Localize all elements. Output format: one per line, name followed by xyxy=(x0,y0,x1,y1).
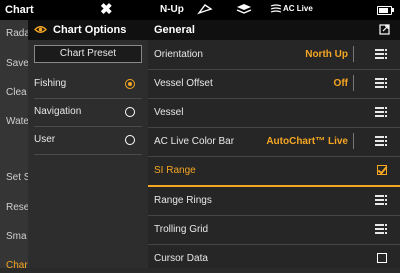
submenu-icon[interactable] xyxy=(375,223,387,235)
setting-row-si-range[interactable]: SI Range xyxy=(148,156,400,187)
export-icon[interactable] xyxy=(379,24,390,38)
divider xyxy=(353,46,354,62)
chart-options-header: Chart Options xyxy=(28,20,148,40)
bg-menu-item[interactable]: Wate xyxy=(6,116,28,127)
setting-row-trolling-grid[interactable]: Trolling Grid xyxy=(148,215,400,245)
setting-row-vessel[interactable]: Vessel xyxy=(148,98,400,128)
background-menu: Rada Save Clea Wate Set S Rese Sma Char xyxy=(0,20,28,271)
divider xyxy=(353,75,354,91)
setting-row-cursor-data[interactable]: Cursor Data xyxy=(148,244,400,273)
battery-icon xyxy=(377,6,392,15)
general-header: General xyxy=(148,20,400,40)
setting-label: SI Range xyxy=(154,165,196,176)
bg-menu-item[interactable]: Char xyxy=(6,260,28,271)
battery-tip xyxy=(392,8,394,12)
preset-item-fishing[interactable]: Fishing xyxy=(28,70,148,98)
setting-row-orientation[interactable]: Orientation North Up xyxy=(148,40,400,70)
submenu-icon[interactable] xyxy=(375,48,387,60)
bg-menu-item[interactable]: Clea xyxy=(6,87,28,98)
waypoint-flag-icon[interactable] xyxy=(197,3,213,18)
close-icon[interactable]: ✖ xyxy=(100,2,113,18)
bg-menu-item[interactable]: Rada xyxy=(6,28,28,39)
bg-menu-item[interactable]: Save xyxy=(6,58,28,69)
radio-icon[interactable] xyxy=(125,107,135,117)
submenu-icon[interactable] xyxy=(375,135,387,147)
north-up-indicator[interactable]: N-Up xyxy=(160,4,184,15)
chart-preset-button[interactable]: Chart Preset xyxy=(34,45,142,63)
preset-label: Navigation xyxy=(34,106,82,117)
setting-value: North Up xyxy=(305,49,348,60)
checkbox-checked-icon[interactable] xyxy=(377,165,387,175)
app-title: Chart xyxy=(5,4,34,16)
setting-label: Orientation xyxy=(154,49,203,60)
setting-row-ac-live-color-bar[interactable]: AC Live Color Bar AutoChart™ Live xyxy=(148,127,400,157)
eye-icon xyxy=(34,24,47,36)
general-list: Orientation North Up Vessel Offset Off V… xyxy=(148,40,400,268)
radio-selected-icon[interactable] xyxy=(125,79,135,89)
top-bar: Chart ✖ N-Up AC Live xyxy=(0,0,400,20)
chart-options-panel: Chart Preset Fishing Navigation User xyxy=(28,40,148,268)
bg-menu-item[interactable]: Set S xyxy=(6,172,28,183)
submenu-icon[interactable] xyxy=(375,194,387,206)
general-title: General xyxy=(154,24,195,36)
setting-label: Range Rings xyxy=(154,195,212,206)
preset-item-navigation[interactable]: Navigation xyxy=(28,98,148,126)
setting-label: Cursor Data xyxy=(154,253,208,264)
preset-label: User xyxy=(34,134,56,145)
setting-value: AutoChart™ Live xyxy=(266,136,348,147)
bg-menu-item[interactable]: Sma xyxy=(6,231,28,242)
setting-row-vessel-offset[interactable]: Vessel Offset Off xyxy=(148,69,400,99)
preset-item-user[interactable]: User xyxy=(28,126,148,154)
ac-live-label: AC Live xyxy=(283,4,313,13)
divider xyxy=(34,154,142,155)
radio-icon[interactable] xyxy=(125,135,135,145)
checkbox-icon[interactable] xyxy=(377,253,387,263)
divider xyxy=(353,133,354,149)
submenu-icon[interactable] xyxy=(375,77,387,89)
setting-label: Vessel xyxy=(154,107,184,118)
preset-label: Fishing xyxy=(34,78,67,89)
setting-label: Vessel Offset xyxy=(154,78,213,89)
ac-live-icon[interactable] xyxy=(270,3,282,18)
layers-icon[interactable] xyxy=(236,3,252,19)
chart-options-title: Chart Options xyxy=(53,24,127,36)
setting-value: Off xyxy=(333,78,348,89)
submenu-icon[interactable] xyxy=(375,106,387,118)
setting-label: AC Live Color Bar xyxy=(154,136,235,147)
setting-row-range-rings[interactable]: Range Rings xyxy=(148,186,400,216)
bg-menu-item[interactable]: Rese xyxy=(6,202,28,213)
setting-label: Trolling Grid xyxy=(154,224,209,235)
